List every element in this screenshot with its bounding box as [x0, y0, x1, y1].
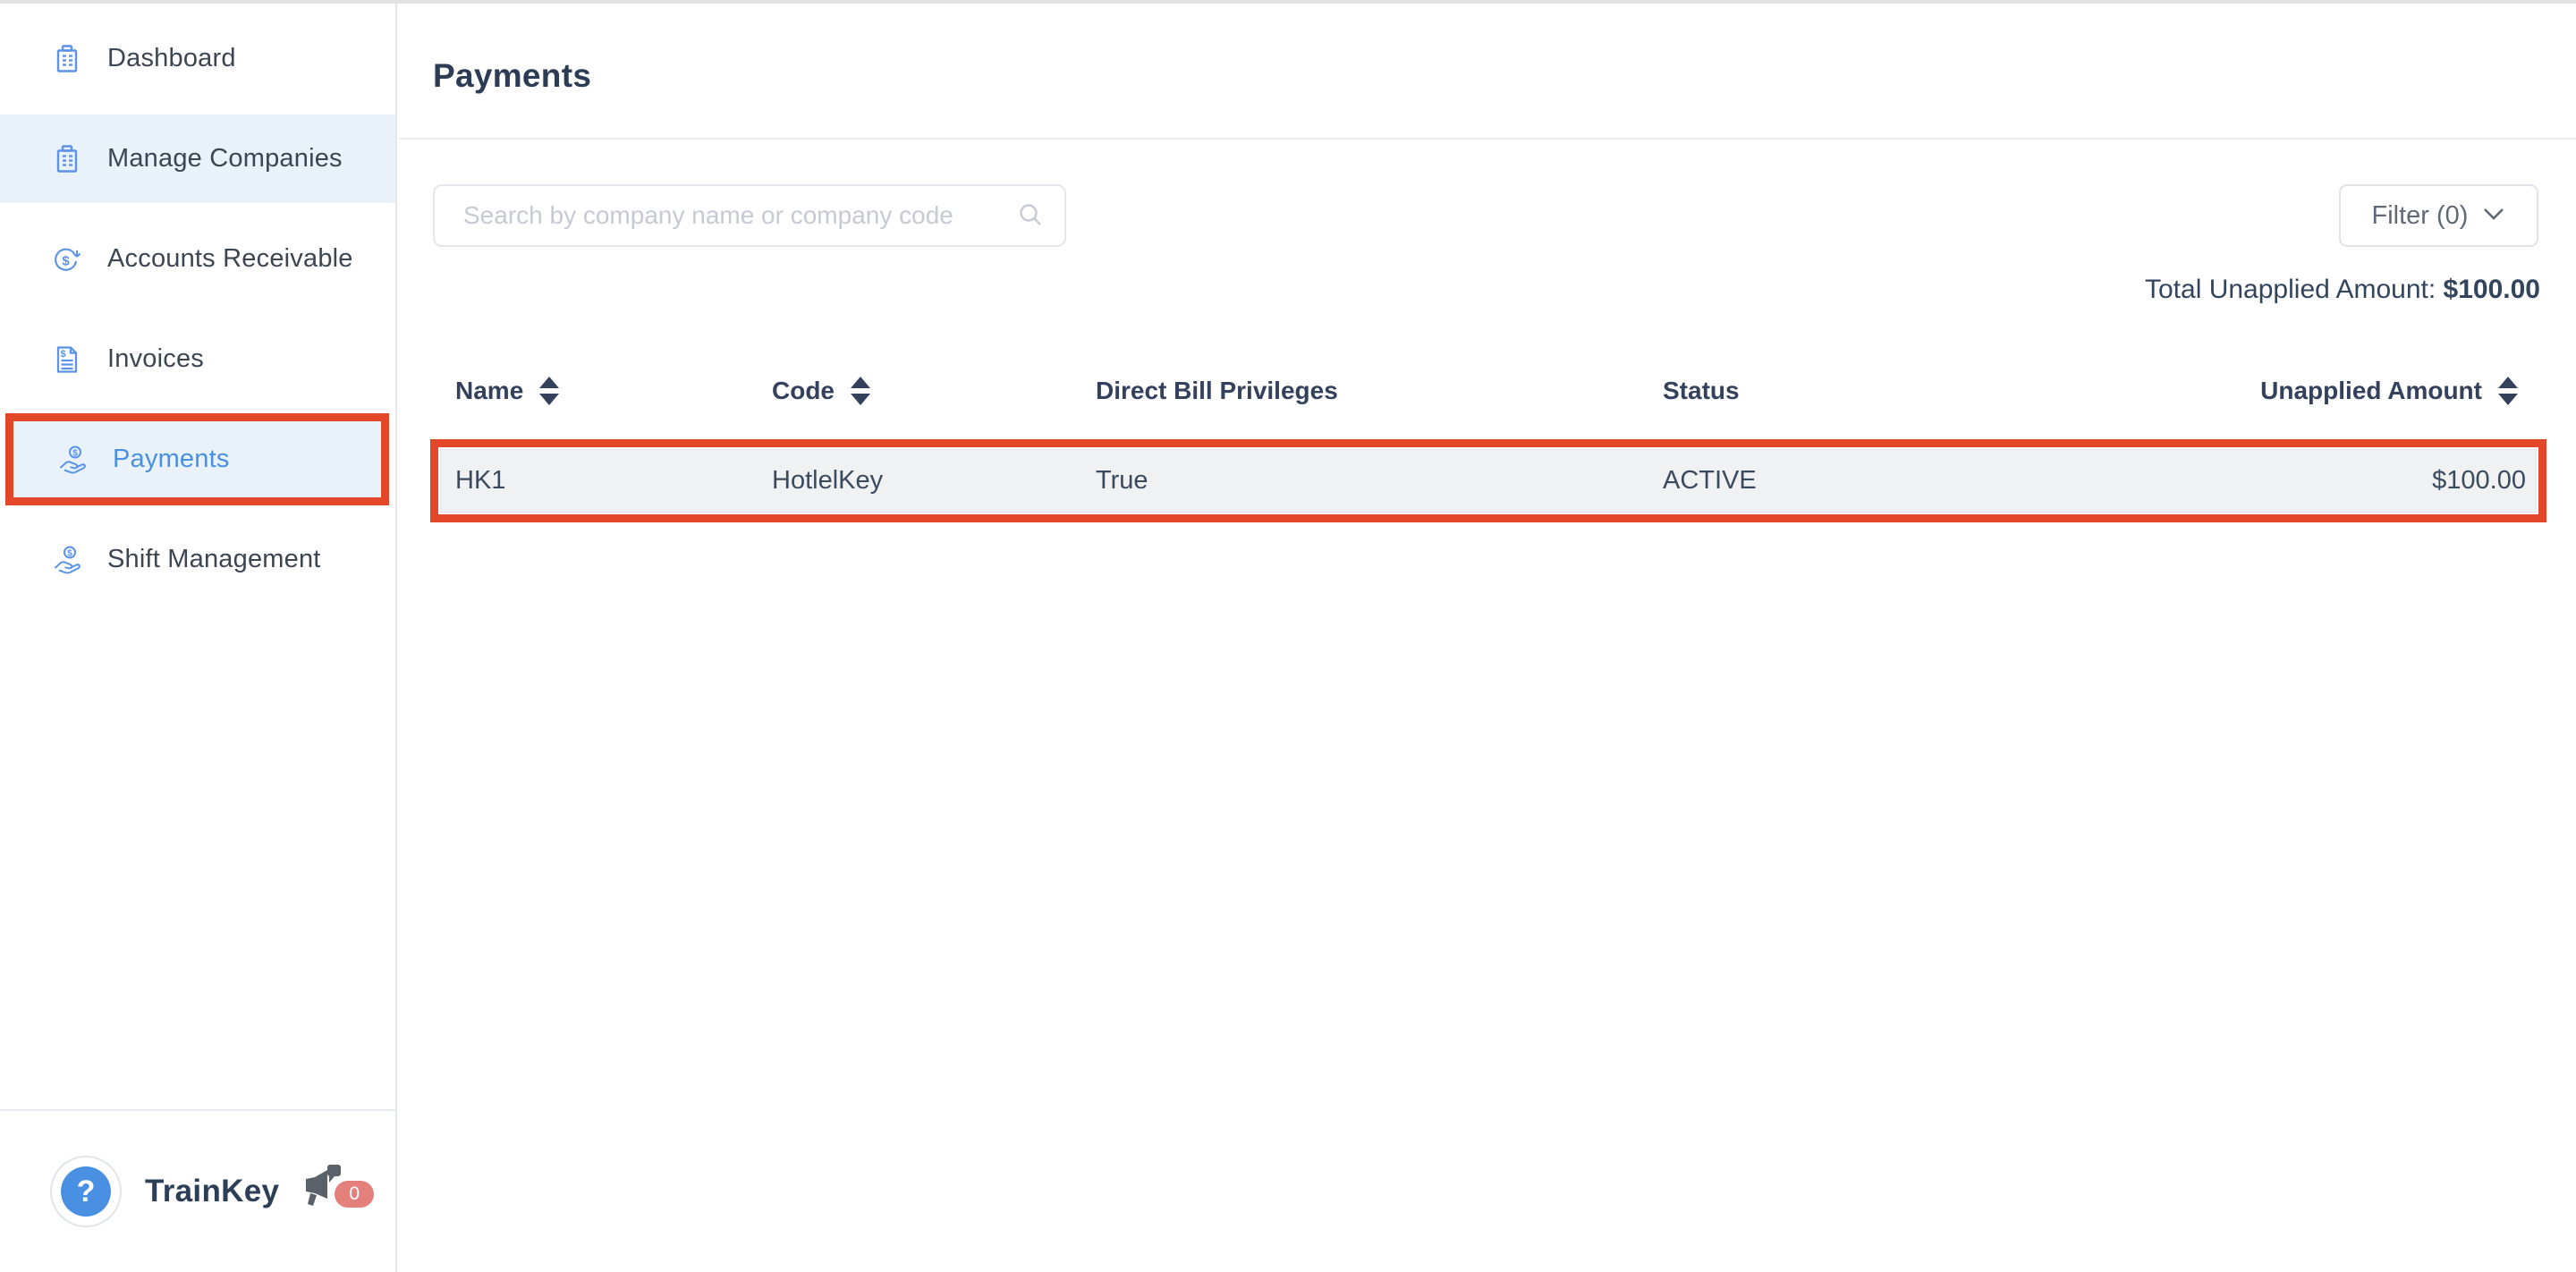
invoice-icon: $ [52, 344, 82, 375]
header-divider [399, 138, 2576, 140]
sidebar-item-label: Shift Management [107, 545, 321, 574]
question-icon: ? [61, 1166, 111, 1217]
sidebar-item-invoices[interactable]: $ Invoices [0, 315, 395, 403]
hand-coin-icon: $ [52, 545, 82, 575]
sidebar-item-label: Accounts Receivable [107, 244, 353, 274]
sidebar-item-label: Manage Companies [107, 144, 343, 174]
brand-logo: TrainKey [145, 1174, 279, 1209]
help-button[interactable]: ? [50, 1156, 122, 1227]
cell-name: HK1 [455, 466, 772, 496]
announcement-badge: 0 [335, 1181, 374, 1208]
announcements-button[interactable]: 0 [295, 1159, 370, 1224]
building-icon [52, 144, 82, 174]
column-header-status: Status [1663, 377, 2260, 405]
row-highlight-annotation: HK1 HotlelKey True ACTIVE $100.00 [430, 439, 2546, 522]
sort-icon[interactable] [2498, 377, 2518, 405]
sort-icon[interactable] [851, 377, 870, 405]
hand-coin-icon: $ [57, 445, 88, 475]
column-header-name[interactable]: Name [455, 377, 772, 405]
column-header-unapplied-amount[interactable]: Unapplied Amount [2260, 377, 2518, 405]
sidebar-item-shift-management[interactable]: $ Shift Management [0, 515, 395, 604]
sidebar-item-payments[interactable]: $ Payments [5, 413, 389, 505]
megaphone-icon [295, 1159, 342, 1213]
sidebar-footer: ? TrainKey 0 [0, 1109, 395, 1272]
sidebar-item-label: Dashboard [107, 44, 236, 73]
search-box [433, 184, 1066, 247]
sort-icon[interactable] [539, 377, 559, 405]
sidebar-item-dashboard[interactable]: Dashboard [0, 14, 395, 103]
payments-table: Name Code Direct Bill Privileges Status … [433, 364, 2536, 522]
sidebar: Dashboard Manage Companies $ [0, 4, 397, 1272]
sidebar-item-label: Invoices [107, 344, 204, 374]
search-icon [1016, 201, 1045, 234]
building-icon [52, 44, 82, 74]
search-input[interactable] [433, 184, 1066, 247]
cell-code: HotlelKey [772, 466, 1096, 496]
column-header-code[interactable]: Code [772, 377, 1096, 405]
svg-text:$: $ [62, 253, 70, 268]
svg-text:$: $ [67, 548, 72, 558]
table-row[interactable]: HK1 HotlelKey True ACTIVE $100.00 [440, 449, 2537, 513]
money-cycle-icon: $ [52, 244, 82, 275]
svg-text:$: $ [72, 448, 78, 458]
column-header-direct-bill-privileges: Direct Bill Privileges [1096, 377, 1663, 405]
filter-button[interactable]: Filter (0) [2339, 184, 2538, 247]
filter-button-label: Filter (0) [2372, 201, 2469, 231]
cell-direct-bill-privileges: True [1096, 466, 1663, 496]
cell-unapplied-amount: $100.00 [2260, 466, 2526, 496]
total-unapplied-value: $100.00 [2444, 275, 2540, 304]
sidebar-nav: Dashboard Manage Companies $ [0, 4, 395, 604]
cell-status: ACTIVE [1663, 466, 2260, 496]
table-header-row: Name Code Direct Bill Privileges Status … [433, 364, 2536, 418]
sidebar-item-manage-companies[interactable]: Manage Companies [0, 114, 395, 203]
main-content: Payments Filter (0) Total Unapplied Amou… [399, 4, 2576, 1272]
svg-text:$: $ [60, 349, 65, 360]
chevron-down-icon [2482, 207, 2505, 225]
total-unapplied-amount: Total Unapplied Amount: $100.00 [2145, 275, 2540, 305]
total-unapplied-label: Total Unapplied Amount: [2145, 275, 2444, 304]
page-title: Payments [433, 57, 591, 95]
sidebar-item-accounts-receivable[interactable]: $ Accounts Receivable [0, 215, 395, 303]
sidebar-item-label: Payments [113, 445, 230, 474]
